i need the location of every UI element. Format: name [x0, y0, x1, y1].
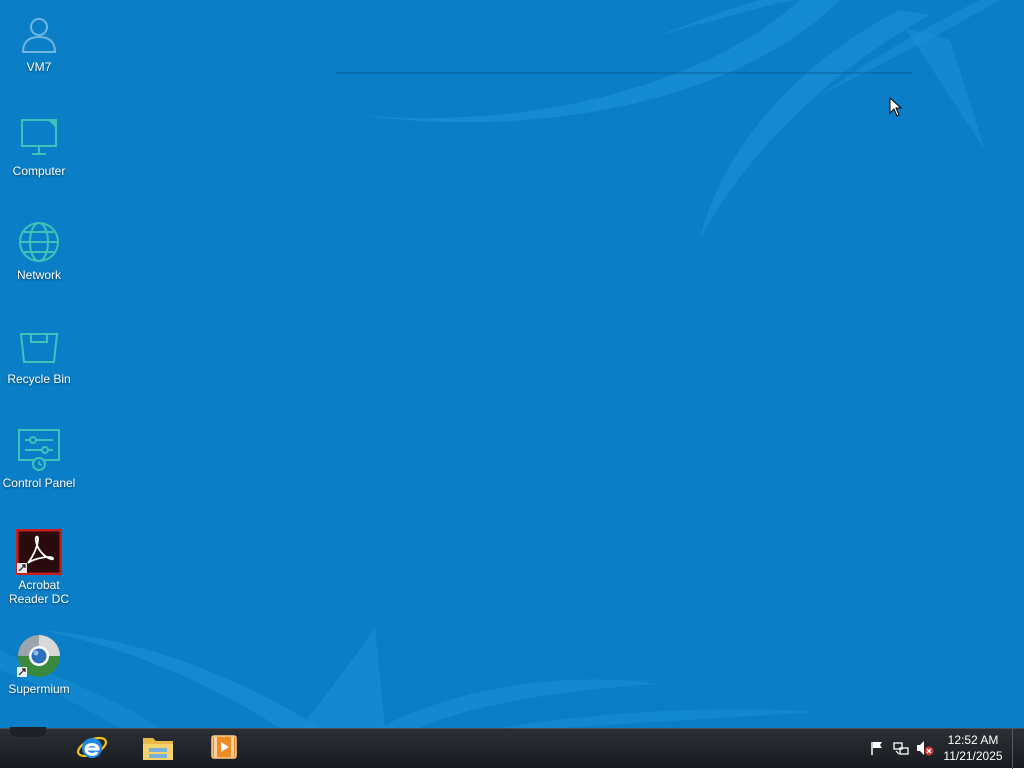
desktop-icon-recycle-bin[interactable]: Recycle Bin	[0, 322, 78, 386]
desktop[interactable]: VM7 Computer Network Recycle Bin Control…	[0, 0, 1024, 728]
start-button[interactable]	[10, 727, 46, 737]
desktop-icon-network[interactable]: Network	[0, 218, 78, 282]
control-panel-icon	[15, 426, 63, 474]
desktop-icon-label: Recycle Bin	[7, 372, 71, 386]
taskbar: 12:52 AM 11/21/2025	[0, 727, 1024, 769]
desktop-icon-label: Network	[16, 268, 61, 282]
show-desktop-button[interactable]	[1012, 729, 1024, 769]
desktop-icon-computer[interactable]: Computer	[0, 114, 78, 178]
volume-muted-icon[interactable]	[916, 739, 934, 757]
taskbar-internet-explorer[interactable]	[66, 731, 118, 767]
user-icon	[15, 10, 63, 58]
clock-time: 12:52 AM	[947, 733, 999, 747]
desktop-icon-label: Control Panel	[2, 476, 76, 490]
desktop-icon-control-panel[interactable]: Control Panel	[0, 426, 78, 490]
desktop-icon-label: Supermium	[8, 682, 70, 696]
acrobat-reader-icon	[15, 528, 63, 576]
mouse-cursor-icon	[889, 96, 903, 122]
desktop-icon-acrobat-reader-dc[interactable]: Acrobat Reader DC	[0, 528, 78, 606]
wallpaper-swooshes	[0, 0, 1000, 728]
taskbar-clock[interactable]: 12:52 AM 11/21/2025	[936, 732, 1010, 764]
desktop-icon-label: Computer	[12, 164, 66, 178]
desktop-icon-vm7[interactable]: VM7	[0, 10, 78, 74]
desktop-icon-label: VM7	[26, 60, 52, 74]
internet-explorer-icon	[76, 731, 108, 768]
desktop-icon-label: Acrobat Reader DC	[8, 578, 70, 606]
clock-date: 11/21/2025	[943, 749, 1003, 763]
file-explorer-icon	[141, 732, 175, 767]
desktop-icon-supermium[interactable]: Supermium	[0, 632, 78, 696]
taskbar-file-explorer[interactable]	[132, 731, 184, 767]
action-center-flag-icon[interactable]	[868, 739, 886, 757]
network-icon[interactable]	[892, 739, 910, 757]
taskbar-media-player[interactable]	[198, 731, 250, 767]
globe-icon	[15, 218, 63, 266]
monitor-icon	[15, 114, 63, 162]
media-player-icon	[210, 733, 238, 766]
recycle-bin-icon	[15, 322, 63, 370]
supermium-browser-icon	[15, 632, 63, 680]
